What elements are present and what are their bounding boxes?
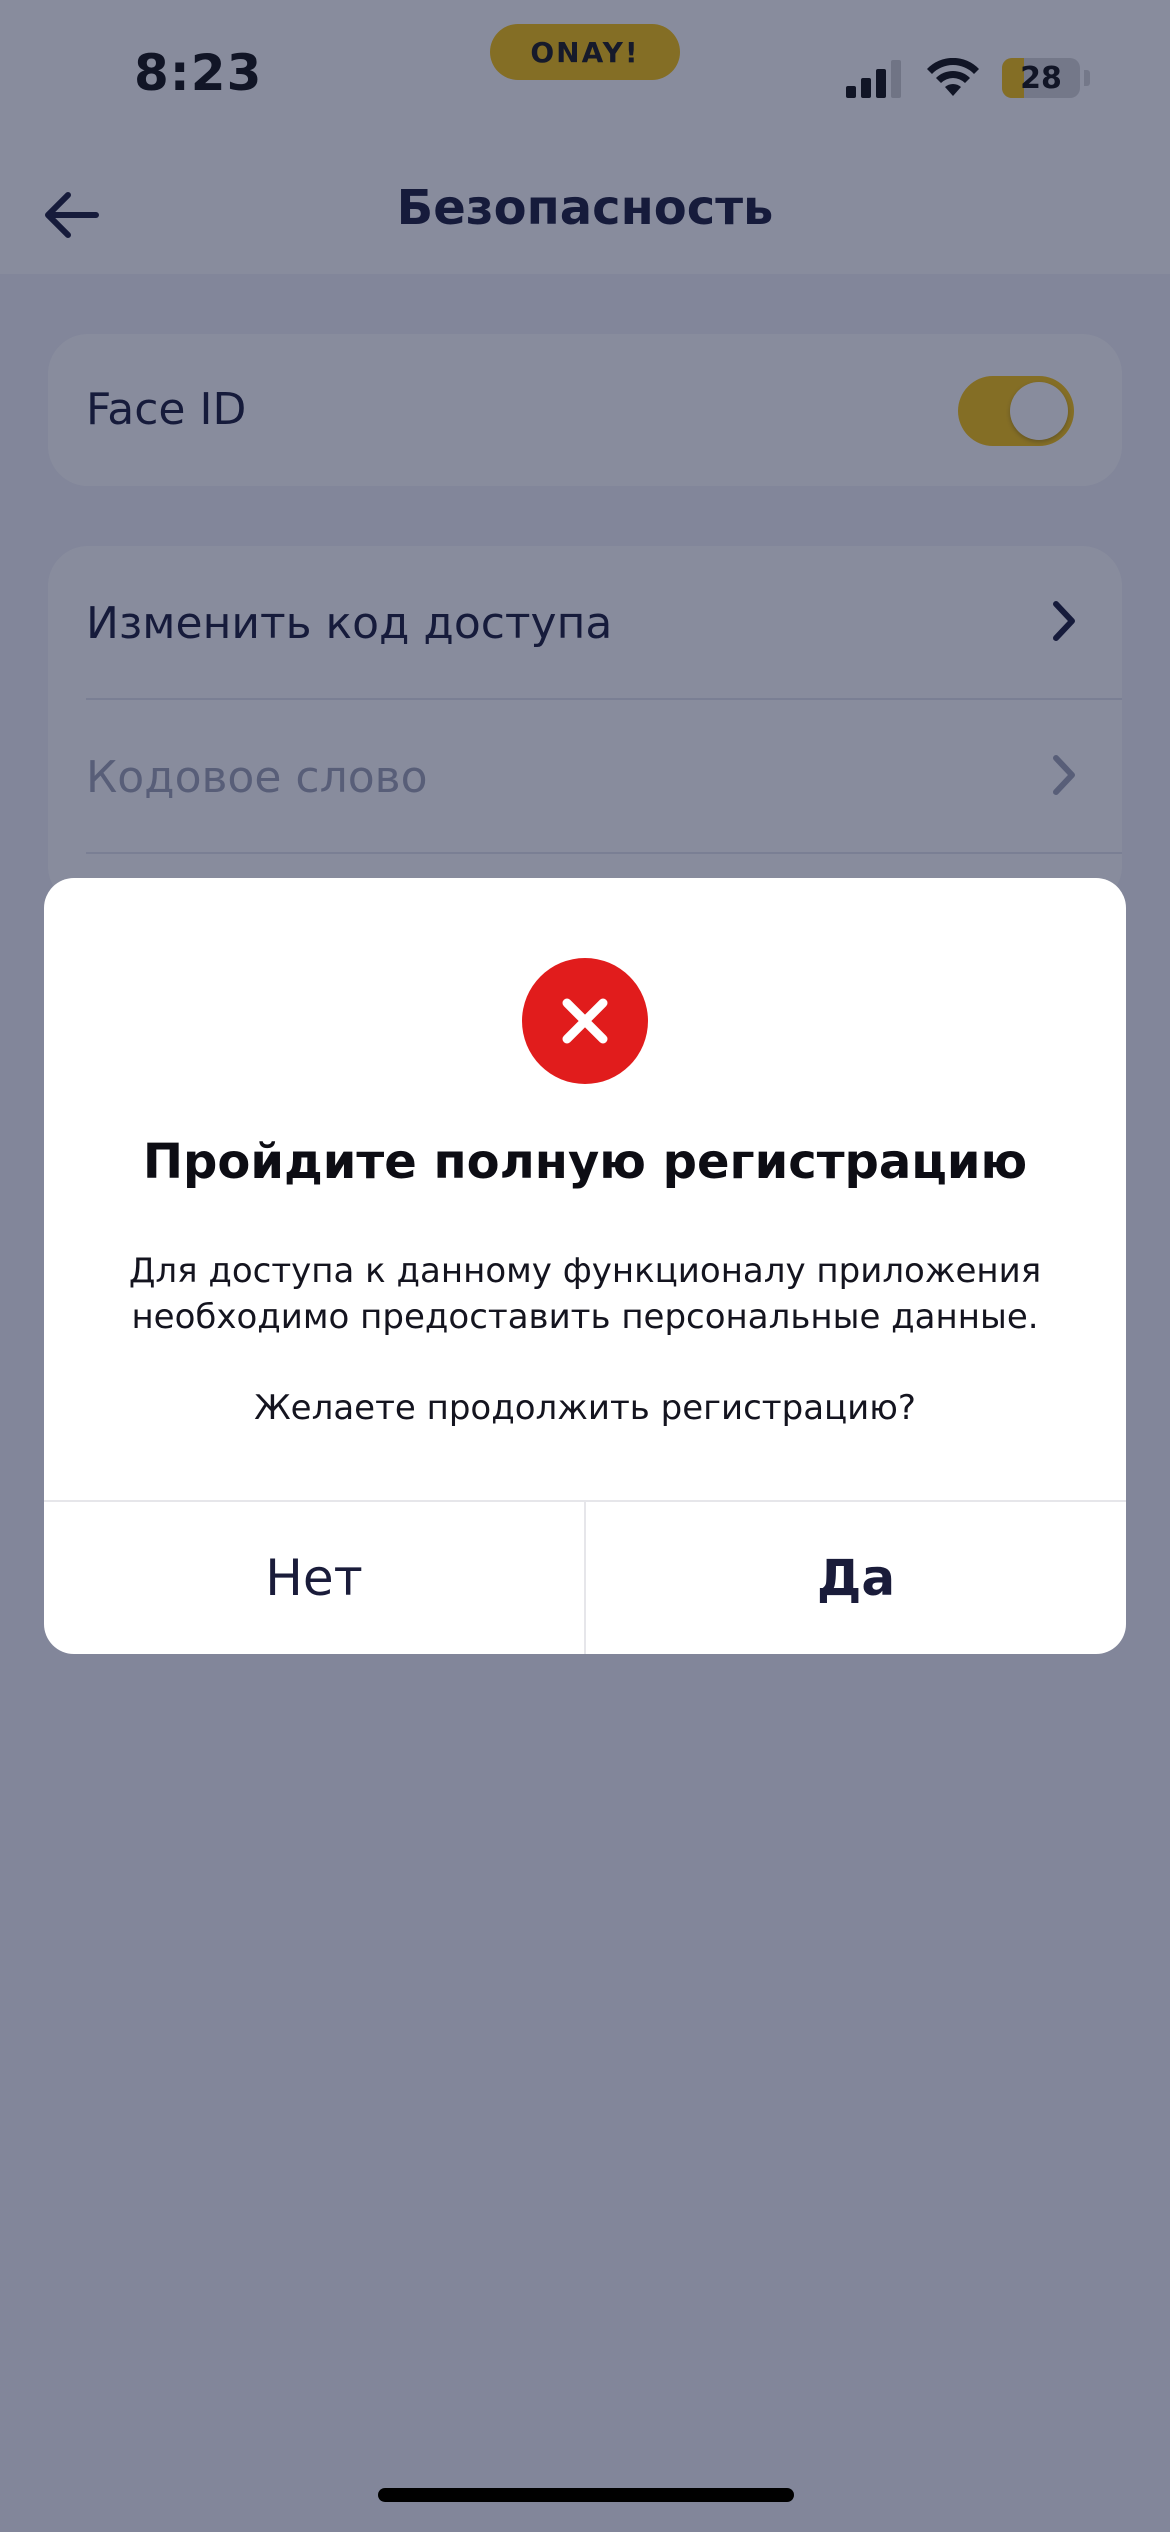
no-button[interactable]: Нет — [44, 1502, 584, 1654]
yes-button[interactable]: Да — [586, 1502, 1126, 1654]
registration-dialog: Пройдите полную регистрацию Для доступа … — [44, 878, 1126, 1654]
error-x-icon — [522, 958, 648, 1084]
dialog-question: Желаете продолжить регистрацию? — [254, 1388, 916, 1428]
dialog-title: Пройдите полную регистрацию — [142, 1134, 1028, 1190]
close-icon — [562, 998, 608, 1044]
home-indicator[interactable] — [378, 2488, 794, 2502]
dialog-message: Для доступа к данному функционалу прилож… — [128, 1251, 1042, 1337]
